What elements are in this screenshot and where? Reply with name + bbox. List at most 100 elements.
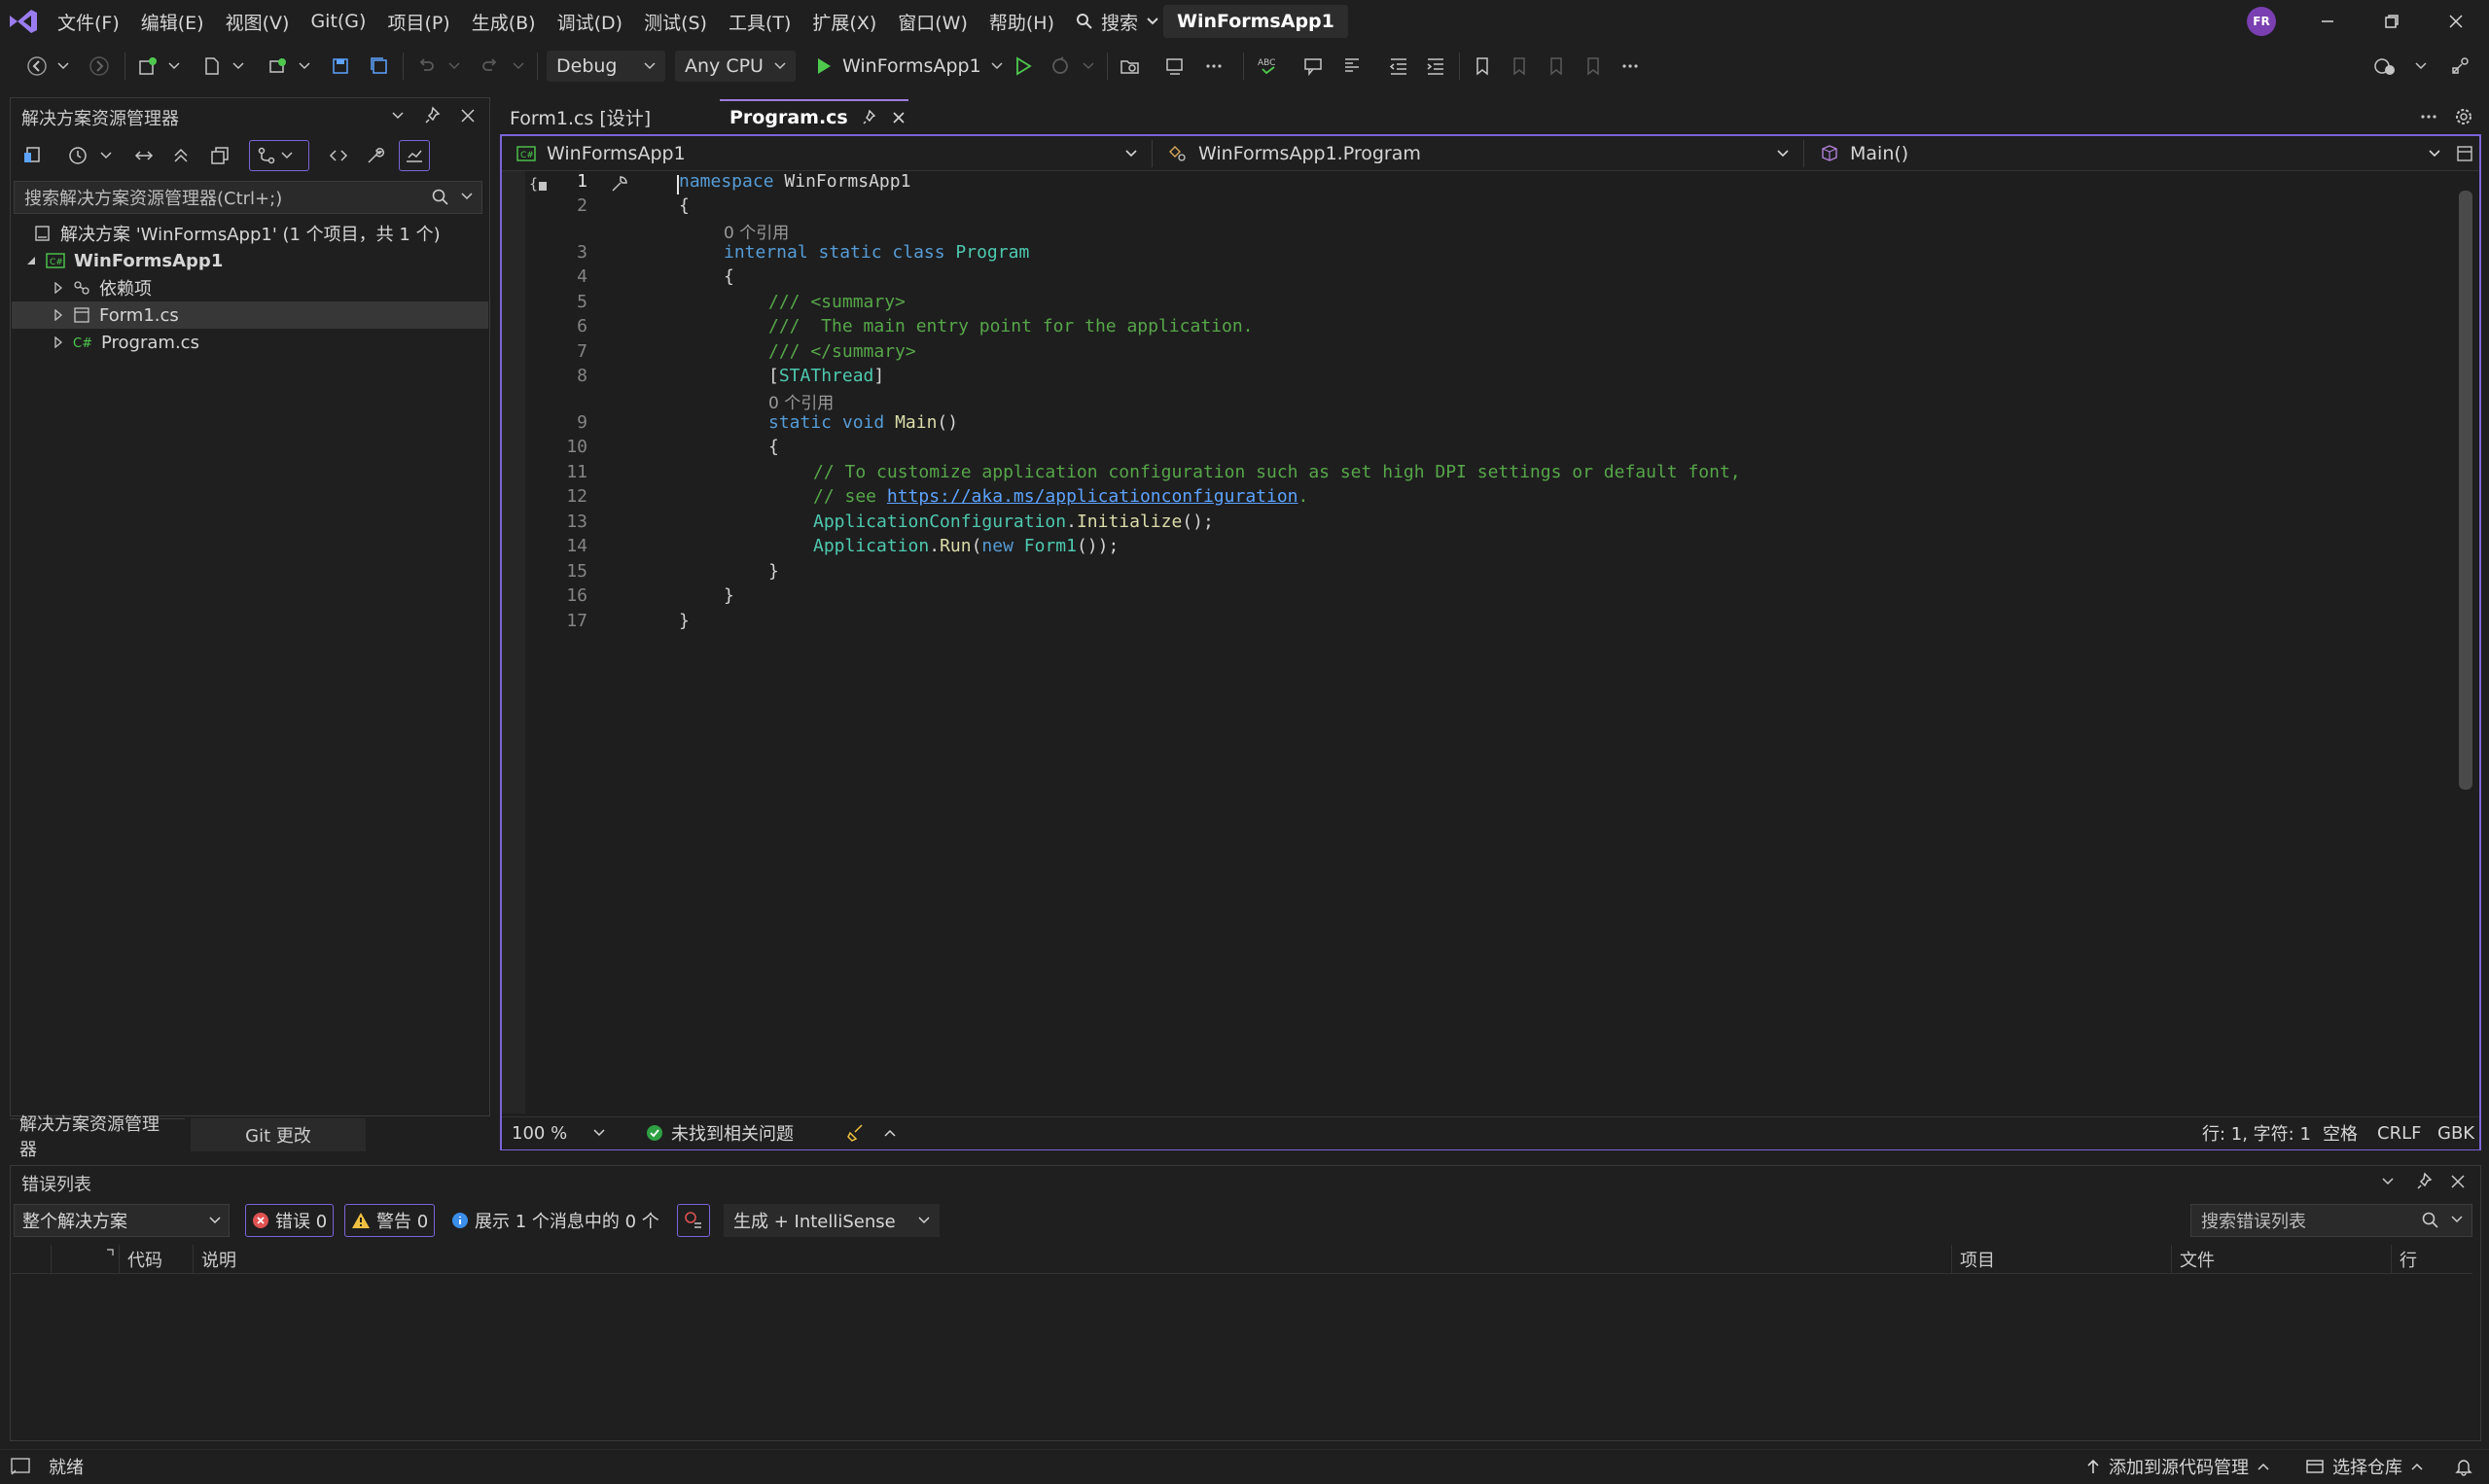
menu-test[interactable]: 测试(S) bbox=[633, 0, 718, 43]
quick-info-button[interactable] bbox=[1299, 51, 1327, 82]
project-nav-dropdown[interactable]: C# WinFormsApp1 bbox=[516, 138, 1138, 169]
split-editor-button[interactable] bbox=[2453, 142, 2476, 165]
undo-button[interactable] bbox=[412, 51, 440, 82]
navigate-back-dropdown[interactable] bbox=[54, 51, 72, 82]
code-line-7[interactable]: /// </summary> bbox=[768, 341, 916, 362]
solution-explorer-search-box[interactable] bbox=[14, 181, 482, 214]
pending-changes-filter-button[interactable] bbox=[64, 142, 91, 169]
live-share-button[interactable] bbox=[2371, 51, 2399, 82]
file-encoding[interactable]: GBK bbox=[2437, 1116, 2474, 1149]
tree-dependencies-node[interactable]: 依赖项 bbox=[12, 274, 488, 301]
clear-bookmarks-button[interactable] bbox=[1580, 51, 1607, 82]
collapsed-arrow-icon[interactable] bbox=[53, 282, 64, 294]
tree-project-node[interactable]: C# WinFormsApp1 bbox=[12, 247, 488, 274]
code-line-13[interactable]: ApplicationConfiguration.Initialize(); bbox=[813, 512, 1214, 532]
whitespace-mode[interactable]: 空格 bbox=[2323, 1116, 2358, 1149]
collapsed-arrow-icon[interactable] bbox=[53, 336, 64, 348]
error-list-search-input[interactable] bbox=[2201, 1210, 2425, 1233]
pin-icon[interactable] bbox=[862, 109, 877, 126]
error-list-search-box[interactable] bbox=[2190, 1204, 2472, 1237]
tree-solution-node[interactable]: 解决方案 'WinFormsApp1' (1 个项目，共 1 个) bbox=[12, 220, 488, 247]
column-header-file[interactable]: 文件 bbox=[2171, 1245, 2391, 1274]
editor-scroll-thumb[interactable] bbox=[2459, 191, 2472, 790]
next-bookmark-button[interactable] bbox=[1543, 51, 1570, 82]
parameter-info-button[interactable] bbox=[1338, 51, 1366, 82]
open-folder-button[interactable] bbox=[1117, 51, 1144, 82]
tab-program-cs[interactable]: Program.cs bbox=[720, 99, 908, 134]
output-window-icon[interactable] bbox=[10, 1457, 31, 1476]
restore-button[interactable] bbox=[2360, 0, 2424, 43]
switch-views-button[interactable] bbox=[19, 142, 47, 169]
code-line-16[interactable]: } bbox=[724, 585, 734, 606]
notifications-button[interactable] bbox=[2455, 1449, 2472, 1484]
new-project-button[interactable] bbox=[134, 51, 161, 82]
select-repository-button[interactable]: 选择仓库 bbox=[2305, 1449, 2424, 1484]
close-window-button[interactable] bbox=[2424, 0, 2488, 43]
start-debugging-button[interactable]: WinFormsApp1 bbox=[805, 51, 1003, 82]
menu-view[interactable]: 视图(V) bbox=[215, 0, 301, 43]
config-link[interactable]: https://aka.ms/applicationconfiguration bbox=[887, 486, 1298, 507]
tab-git-changes[interactable]: Git 更改 bbox=[191, 1118, 366, 1151]
indent-button[interactable] bbox=[1422, 51, 1449, 82]
panel-options-dropdown[interactable] bbox=[391, 105, 405, 131]
redo-button[interactable] bbox=[477, 51, 504, 82]
tree-program-node[interactable]: C# Program.cs bbox=[12, 329, 488, 356]
solution-explorer-search-input[interactable] bbox=[24, 187, 413, 210]
filter-errors-button[interactable] bbox=[677, 1204, 710, 1237]
tab-solution-explorer[interactable]: 解决方案资源管理器 bbox=[10, 1114, 185, 1160]
member-nav-dropdown[interactable]: Main() bbox=[1819, 138, 2441, 169]
errors-filter-toggle[interactable]: 错误 0 bbox=[245, 1204, 335, 1237]
hot-reload-dropdown[interactable] bbox=[1080, 51, 1097, 82]
code-line-11[interactable]: // To customize application configuratio… bbox=[813, 462, 1741, 482]
undo-dropdown[interactable] bbox=[445, 51, 463, 82]
add-item-dropdown[interactable] bbox=[296, 51, 313, 82]
collapse-all-button[interactable] bbox=[167, 142, 195, 169]
close-panel-button[interactable] bbox=[2449, 1171, 2467, 1197]
outdent-button[interactable] bbox=[1385, 51, 1412, 82]
save-all-button[interactable] bbox=[366, 51, 393, 82]
previous-bookmark-button[interactable] bbox=[1506, 51, 1533, 82]
chevron-down-icon[interactable] bbox=[460, 190, 474, 203]
code-line-15[interactable]: } bbox=[768, 561, 779, 582]
menu-edit[interactable]: 编辑(E) bbox=[130, 0, 215, 43]
visual-studio-logo-icon[interactable] bbox=[8, 8, 39, 35]
menu-window[interactable]: 窗口(W) bbox=[887, 0, 978, 43]
new-project-dropdown[interactable] bbox=[165, 51, 183, 82]
code-line-17[interactable]: } bbox=[679, 611, 690, 631]
code-editor[interactable] bbox=[500, 134, 2481, 1150]
expanded-arrow-icon[interactable] bbox=[25, 255, 37, 266]
code-line-9[interactable]: static void Main() bbox=[768, 412, 958, 433]
spell-check-button[interactable]: ABC bbox=[1255, 51, 1282, 82]
solution-configuration-dropdown[interactable]: Debug bbox=[547, 51, 665, 82]
close-icon[interactable] bbox=[891, 110, 907, 125]
pending-changes-dropdown[interactable] bbox=[97, 142, 115, 169]
code-line-4[interactable]: { bbox=[724, 266, 734, 287]
sync-with-active-document-button[interactable] bbox=[130, 142, 158, 169]
menu-debug[interactable]: 调试(D) bbox=[547, 0, 633, 43]
editor-settings-button[interactable] bbox=[2451, 105, 2476, 128]
menu-extensions[interactable]: 扩展(X) bbox=[801, 0, 887, 43]
open-file-dropdown[interactable] bbox=[230, 51, 247, 82]
zoom-dropdown[interactable]: 100 % bbox=[512, 1116, 605, 1149]
code-line-3[interactable]: internal static class Program bbox=[724, 242, 1029, 263]
search-icon[interactable] bbox=[2421, 1211, 2440, 1230]
add-item-button[interactable] bbox=[265, 51, 292, 82]
toolbar-overflow-button[interactable] bbox=[1200, 51, 1227, 82]
code-lens-references[interactable]: 0 个引用 bbox=[724, 219, 789, 243]
feedback-button[interactable] bbox=[2447, 51, 2474, 82]
menu-help[interactable]: 帮助(H) bbox=[978, 0, 1065, 43]
menu-git[interactable]: Git(G) bbox=[300, 0, 376, 43]
column-header-line[interactable]: 行 bbox=[2391, 1245, 2469, 1274]
browser-link-button[interactable] bbox=[1161, 51, 1189, 82]
error-scope-dropdown[interactable]: 整个解决方案 bbox=[14, 1204, 230, 1237]
chevron-down-icon[interactable] bbox=[2450, 1213, 2464, 1226]
cursor-position[interactable]: 行: 1, 字符: 1 bbox=[2202, 1116, 2311, 1149]
redo-dropdown[interactable] bbox=[510, 51, 527, 82]
live-share-dropdown[interactable] bbox=[2412, 51, 2430, 82]
search-icon[interactable] bbox=[431, 188, 450, 207]
minimize-button[interactable] bbox=[2295, 0, 2360, 43]
code-cleanup-button[interactable] bbox=[846, 1116, 866, 1149]
code-line-12[interactable]: // see https://aka.ms/applicationconfigu… bbox=[813, 486, 1308, 507]
code-cleanup-expand[interactable] bbox=[883, 1116, 897, 1149]
navigate-forward-button[interactable] bbox=[86, 51, 113, 82]
